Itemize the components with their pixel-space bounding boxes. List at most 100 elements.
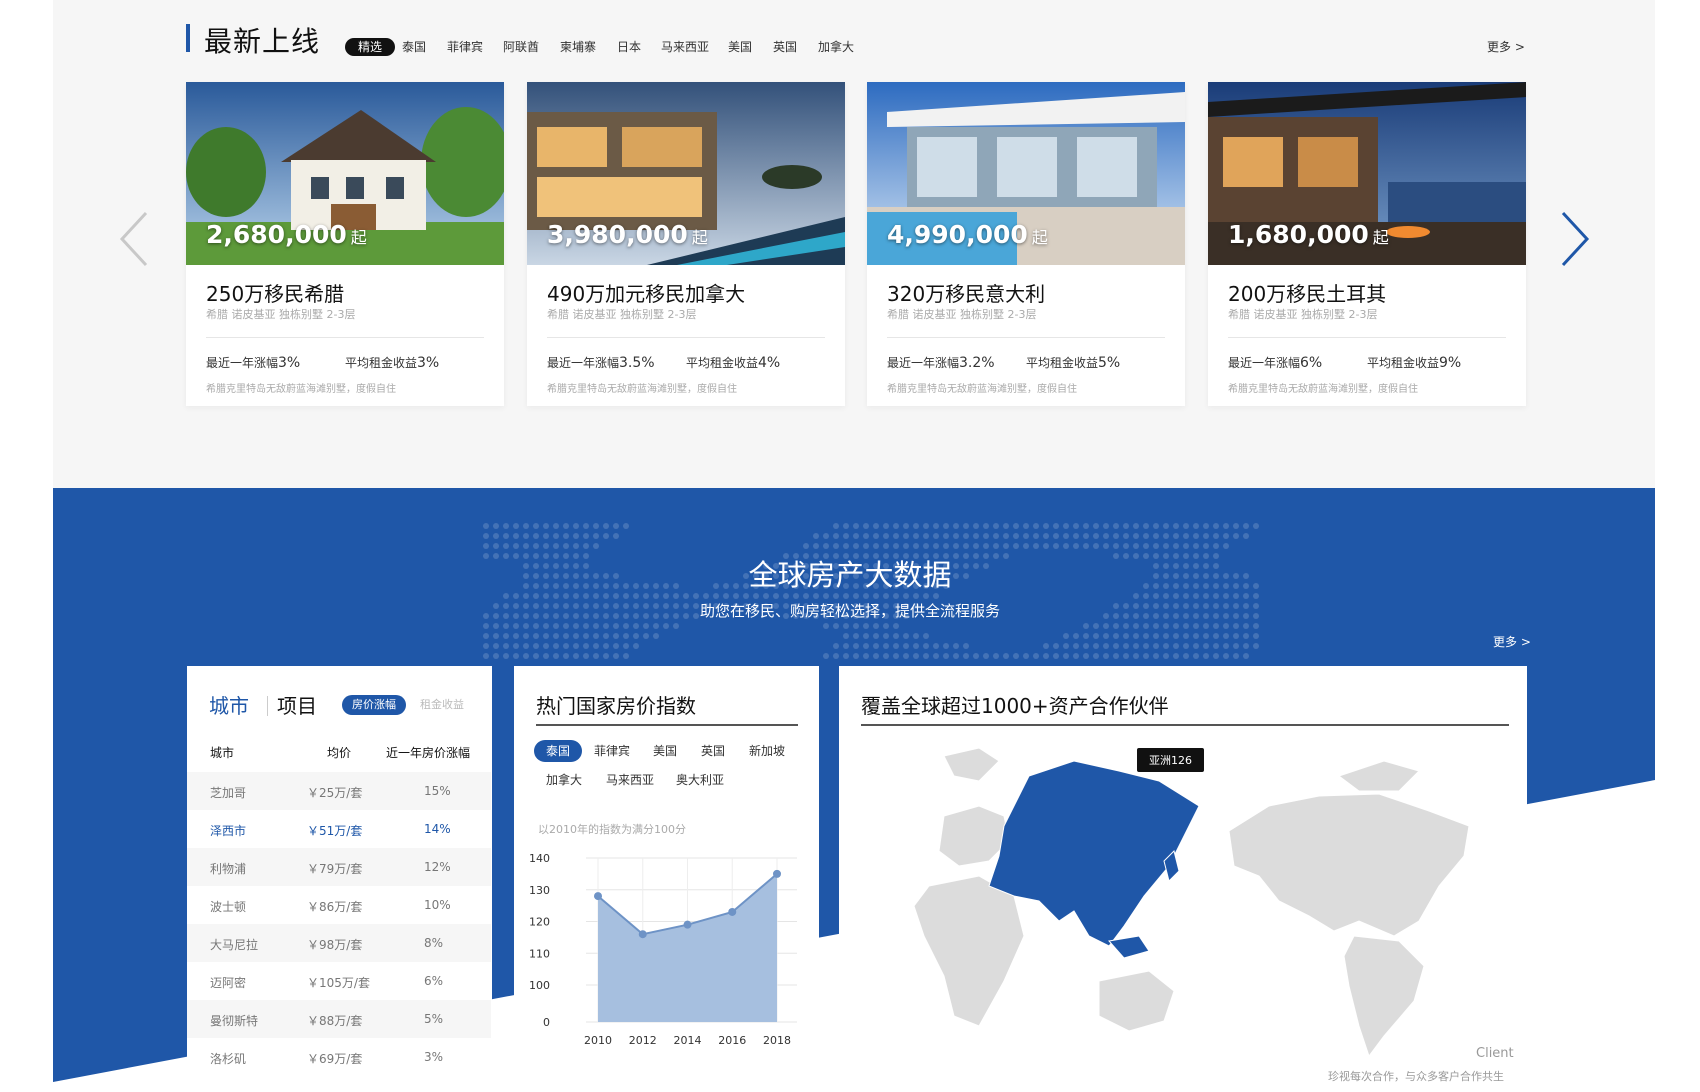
property-card[interactable]: 1,680,000 起 200万移民土耳其 希腊 诺皮基亚 独栋别墅 2-3层 最… [1208, 82, 1526, 406]
card-growth-stat: 最近一年涨幅3% [206, 355, 301, 371]
tab-5[interactable]: 日本 [617, 38, 641, 56]
index-tab-4[interactable]: 新加坡 [749, 740, 785, 762]
index-tab-6[interactable]: 马来西亚 [606, 769, 654, 791]
card-note: 希腊克里特岛无敌蔚蓝海滩别墅，度假自住 [206, 384, 396, 395]
property-card[interactable]: 2,680,000 起 250万移民希腊 希腊 诺皮基亚 独栋别墅 2-3层 最近… [186, 82, 504, 406]
index-tab-7[interactable]: 奥大利亚 [676, 769, 724, 791]
index-tab-2[interactable]: 美国 [653, 740, 677, 762]
card-subtitle: 希腊 诺皮基亚 独栋别墅 2-3层 [206, 308, 356, 321]
card-rent-stat: 平均租金收益3% [345, 355, 440, 371]
cell-price: ￥51万/套 [307, 824, 363, 838]
chevron-left-icon[interactable] [112, 209, 162, 269]
more-link[interactable]: 更多 > [1487, 38, 1525, 55]
toggle-rent-yield[interactable]: 租金收益 [420, 695, 464, 715]
tab-city[interactable]: 城市 [209, 690, 249, 719]
table-row[interactable]: 洛杉矶 ￥69万/套 3% [187, 1038, 491, 1076]
cell-growth: 5% [424, 1012, 444, 1026]
cell-growth: 14% [424, 822, 451, 836]
table-row[interactable]: 利物浦 ￥79万/套 12% [187, 848, 491, 886]
card-subtitle: 希腊 诺皮基亚 独栋别墅 2-3层 [887, 308, 1037, 321]
index-tab-5[interactable]: 加拿大 [546, 769, 582, 791]
card-divider [887, 337, 1165, 338]
y-tick-label: 110 [529, 947, 550, 960]
card-growth-stat: 最近一年涨幅3.2% [887, 355, 995, 371]
property-photo: 4,990,000 起 [867, 82, 1185, 265]
card-price: 4,990,000 起 [887, 220, 1048, 249]
panel-title: 覆盖全球超过1000+资产合作伙伴 [861, 694, 1169, 718]
cell-price: ￥25万/套 [307, 786, 363, 800]
card-rent-stat: 平均租金收益5% [1026, 355, 1121, 371]
card-title: 250万移民希腊 [206, 282, 345, 306]
table-row[interactable]: 芝加哥 ￥25万/套 15% [187, 772, 491, 810]
property-card[interactable]: 3,980,000 起 490万加元移民加拿大 希腊 诺皮基亚 独栋别墅 2-3层… [527, 82, 845, 406]
table-row[interactable]: 泽西市 ￥51万/套 14% [187, 810, 491, 848]
client-subtitle: 珍视每次合作，与众多客户合作共生 [1328, 1070, 1504, 1083]
cell-city: 芝加哥 [210, 786, 247, 800]
tab-2[interactable]: 菲律宾 [447, 38, 483, 56]
cell-price: ￥88万/套 [307, 1014, 363, 1028]
card-price: 2,680,000 起 [206, 220, 367, 249]
bigdata-subtitle: 助您在移民、购房轻松选择，提供全流程服务 [699, 602, 1000, 620]
cell-growth: 6% [424, 974, 444, 988]
table-row[interactable]: 波士顿 ￥86万/套 10% [187, 886, 491, 924]
x-tick-label: 2010 [584, 1034, 612, 1047]
data-point [683, 920, 692, 929]
cell-price: ￥86万/套 [307, 900, 363, 914]
table-row[interactable]: 大马尼拉 ￥98万/套 8% [187, 924, 491, 962]
cell-price: ￥105万/套 [307, 976, 370, 990]
world-map[interactable] [839, 736, 1527, 1076]
cell-growth: 15% [424, 784, 451, 798]
tab-8[interactable]: 英国 [773, 38, 797, 56]
x-tick-label: 2012 [629, 1034, 657, 1047]
cell-growth: 12% [424, 860, 451, 874]
price-index-chart: 0 100 110 120 130 140 2010 2012 2014 2016 2018 [529, 852, 797, 1047]
tab-1[interactable]: 泰国 [402, 38, 426, 56]
chevron-right-icon[interactable] [1553, 209, 1603, 269]
card-growth-stat: 最近一年涨幅3.5% [547, 355, 655, 371]
tab-7[interactable]: 美国 [728, 38, 752, 56]
index-tab-0[interactable]: 泰国 [534, 740, 583, 762]
data-point [594, 892, 602, 901]
tab-0[interactable]: 精选 [345, 38, 396, 56]
card-growth-stat: 最近一年涨幅6% [1228, 355, 1323, 371]
tab-4[interactable]: 柬埔寨 [560, 38, 596, 56]
table-row[interactable]: 迈阿密 ￥105万/套 6% [187, 962, 491, 1000]
property-card[interactable]: 4,990,000 起 320万移民意大利 希腊 诺皮基亚 独栋别墅 2-3层 最… [867, 82, 1185, 406]
cell-price: ￥98万/套 [307, 938, 363, 952]
card-divider [206, 337, 484, 338]
panel-title: 热门国家房价指数 [536, 694, 696, 718]
tab-9[interactable]: 加拿大 [818, 38, 854, 56]
tab-3[interactable]: 阿联酋 [503, 38, 539, 56]
y-tick-label: 100 [529, 979, 550, 992]
y-tick-label: 130 [529, 884, 550, 897]
toggle-price-growth[interactable]: 房价涨幅 [342, 695, 406, 715]
price-index-panel: 热门国家房价指数 泰国 菲律宾 美国 英国 新加坡加拿大 马来西亚 奥大利亚 以2010年的… [514, 666, 819, 1092]
col-growth: 近一年房价涨幅 [386, 746, 471, 760]
cell-city: 波士顿 [210, 900, 247, 914]
x-tick-label: 2018 [763, 1034, 791, 1047]
partner-map-panel: 覆盖全球超过1000+资产合作伙伴 亚洲126 Client 珍视每次合作，与众… [839, 666, 1527, 1092]
card-title: 490万加元移民加拿大 [547, 282, 746, 306]
cell-price: ￥79万/套 [307, 862, 363, 876]
bigdata-title: 全球房产大数据 [748, 558, 952, 592]
table-row[interactable]: 曼彻斯特 ￥88万/套 5% [187, 1000, 491, 1038]
tab-project[interactable]: 项目 [267, 690, 317, 719]
y-tick-label: 120 [529, 916, 550, 929]
index-tab-1[interactable]: 菲律宾 [594, 740, 630, 762]
card-title: 200万移民土耳其 [1228, 282, 1387, 306]
cell-city: 利物浦 [210, 862, 247, 876]
bigdata-more-link[interactable]: 更多 > [1493, 633, 1531, 650]
city-ranking-panel: 城市 项目 房价涨幅 租金收益 城市 均价 近一年房价涨幅 芝加哥 ￥25万/套 1… [187, 666, 492, 1092]
cell-city: 曼彻斯特 [210, 1014, 259, 1028]
card-price: 3,980,000 起 [547, 220, 708, 249]
cell-growth: 8% [424, 936, 444, 950]
card-note: 希腊克里特岛无敌蔚蓝海滩别墅，度假自住 [1228, 384, 1418, 395]
tab-6[interactable]: 马来西亚 [661, 38, 709, 56]
page: 最新上线 精选 泰国 菲律宾 阿联酋 柬埔寨 日本 马来西亚 美国 英国 加拿大 更多 > 2, [0, 0, 1700, 1092]
index-tab-3[interactable]: 英国 [701, 740, 725, 762]
index-note: 以2010年的指数为满分100分 [538, 823, 686, 836]
card-divider [1228, 337, 1506, 338]
x-tick-label: 2014 [674, 1034, 702, 1047]
property-photo: 1,680,000 起 [1208, 82, 1526, 265]
property-photo: 2,680,000 起 [186, 82, 504, 265]
